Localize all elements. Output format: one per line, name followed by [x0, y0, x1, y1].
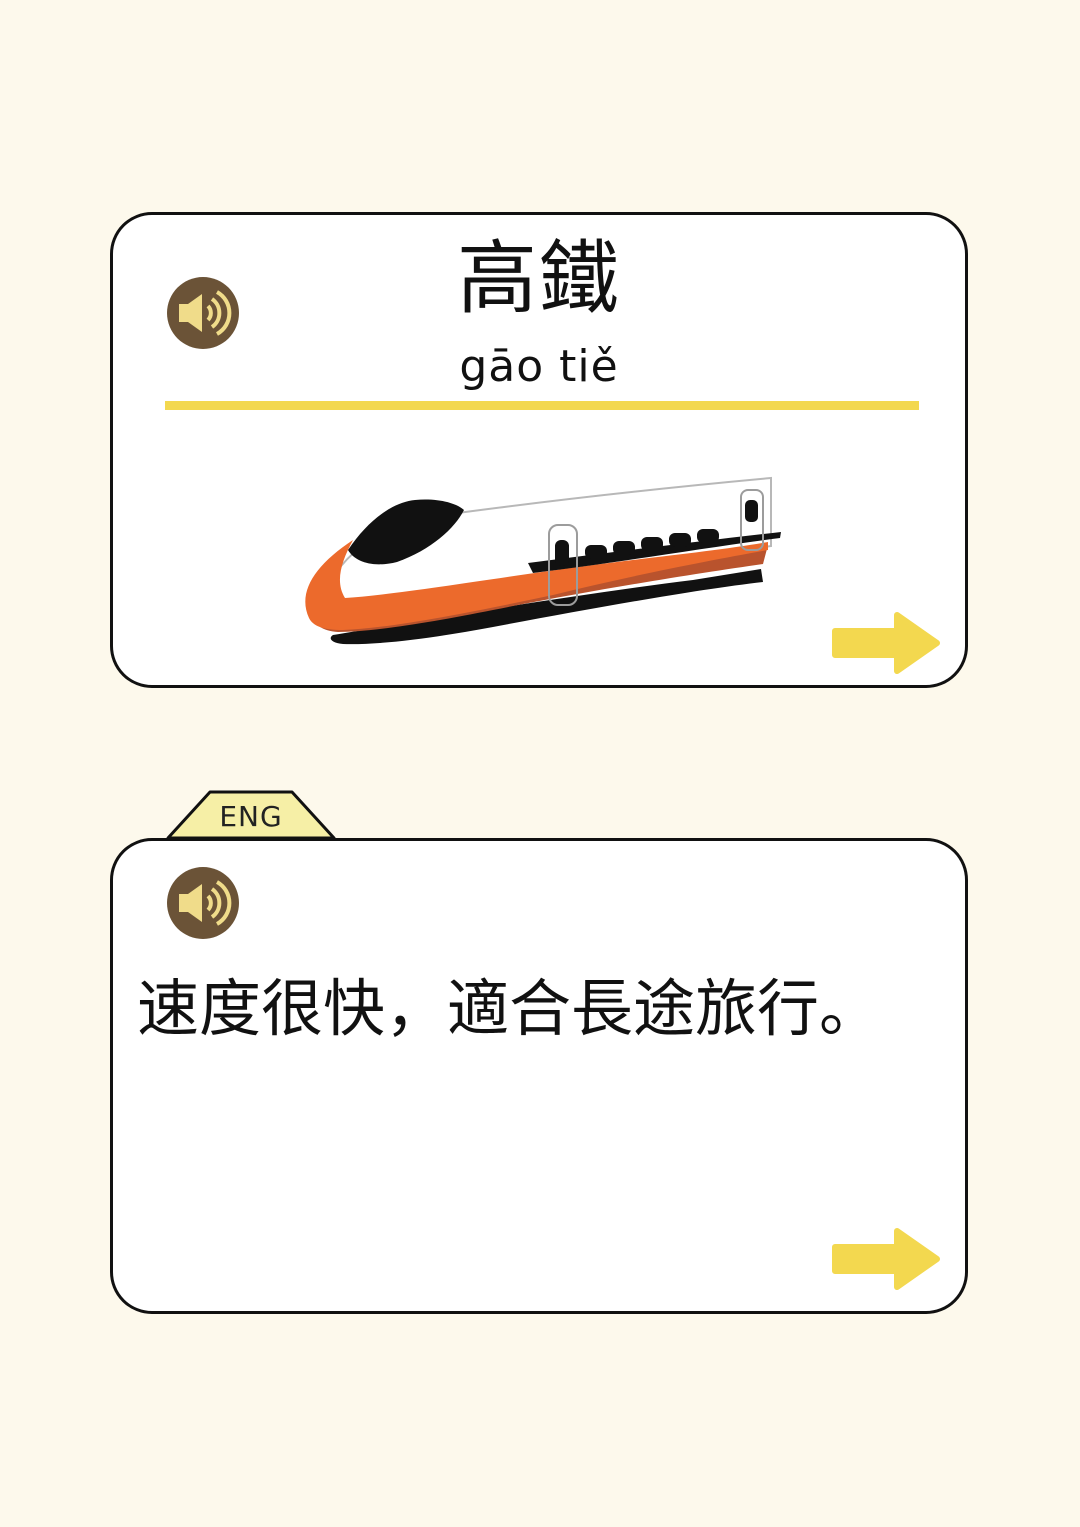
sentence-card: 速度很快，適合長途旅行。 [110, 838, 968, 1314]
play-sentence-audio-button[interactable] [167, 867, 239, 939]
next-arrow-icon[interactable] [831, 1227, 941, 1291]
english-tab-label: ENG [219, 800, 283, 833]
speaker-icon [167, 867, 239, 939]
divider [165, 401, 919, 410]
english-tab[interactable]: ENG [166, 790, 336, 840]
word-pinyin: gāo tiě [459, 341, 619, 392]
next-arrow-icon[interactable] [831, 611, 941, 675]
high-speed-train-illustration [305, 476, 781, 645]
word-card: 高鐵 gāo tiě [110, 212, 968, 688]
example-sentence: 速度很快，適合長途旅行。 [137, 972, 882, 1045]
word-characters: 高鐵 [457, 232, 621, 325]
